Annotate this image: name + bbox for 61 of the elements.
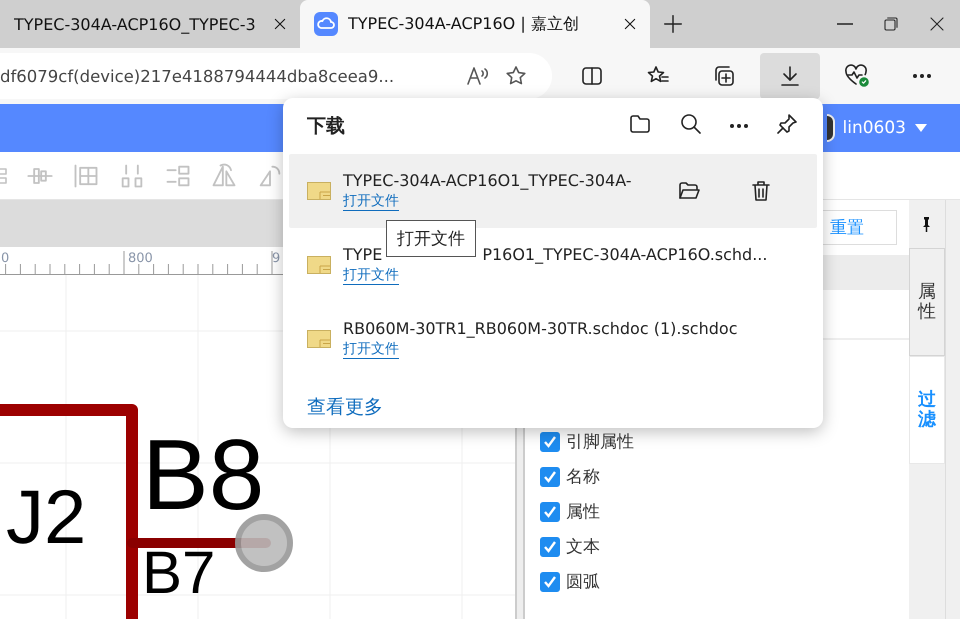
browser-tab[interactable]: TYPEC-304A-ACP16O_TYPEC-3: [0, 0, 300, 48]
caret-icon: [914, 123, 928, 133]
file-name: TYPE: [343, 245, 382, 264]
grid-align-icon: [72, 162, 100, 190]
ruler-label: 9: [272, 251, 280, 266]
ruler-label: 0: [1, 251, 10, 266]
ruler-label: 800: [128, 251, 153, 266]
file-icon: [307, 330, 331, 348]
open-file-link[interactable]: 打开文件: [343, 266, 399, 285]
checkbox-label: 文本: [566, 536, 600, 558]
file-name: P16O1_TYPEC-304A-ACP16O.schd...: [482, 245, 768, 264]
address-field[interactable]: df6079cf(device)217e4188794444dba8ceea9...: [0, 53, 552, 99]
split-screen-icon: [580, 64, 604, 88]
open-file-tooltip: 打开文件: [386, 220, 476, 257]
pin-label: B8: [142, 425, 264, 525]
see-more-link[interactable]: 查看更多: [307, 394, 383, 420]
file-name: TYPEC-304A-ACP16O1_TYPEC-304A-: [343, 171, 632, 190]
more-options-button[interactable]: [729, 124, 749, 128]
file-icon: [307, 182, 331, 200]
user-name[interactable]: lin0603: [842, 118, 906, 138]
pin-label: B7: [142, 543, 216, 603]
pin-icon: [921, 216, 933, 232]
avatar[interactable]: [826, 114, 835, 142]
more-icon: [912, 74, 932, 78]
file-icon: [307, 256, 331, 274]
checkbox[interactable]: [540, 502, 560, 522]
checkbox-label: 名称: [566, 466, 600, 488]
open-file-link[interactable]: 打开文件: [343, 340, 399, 359]
minimize-icon: [837, 23, 853, 25]
checkbox[interactable]: [540, 572, 560, 592]
folder-icon: [627, 112, 653, 136]
checkbox[interactable]: [540, 466, 560, 486]
collections-icon: [712, 64, 736, 88]
read-aloud-icon: [464, 64, 490, 88]
pin-icon: [775, 112, 799, 136]
close-icon: [272, 16, 288, 32]
side-tab[interactable]: 属性: [909, 248, 945, 356]
restore-icon: [883, 16, 899, 32]
toolbar-button[interactable]: [760, 53, 820, 99]
more-icon: [729, 124, 749, 128]
designator-label: J2: [6, 480, 86, 556]
file-name: RB060M-30TR1_RB060M-30TR.schdoc (1).schdoc: [343, 319, 738, 338]
checkbox[interactable]: [540, 432, 560, 452]
cloud-logo-icon: [314, 12, 338, 36]
open-file-link[interactable]: 打开文件: [343, 192, 399, 211]
download-item[interactable]: TYPEC-304A-ACP16O1_TYPEC-304A- 打开文件: [289, 154, 817, 228]
checkbox-label: 属性: [566, 501, 600, 523]
close-icon: [929, 16, 945, 32]
search-icon: [679, 112, 703, 136]
pin-endpoint[interactable]: [235, 514, 293, 572]
checkbox-label: 引脚属性: [566, 431, 634, 453]
plus-icon: [662, 13, 684, 35]
side-tab[interactable]: 过滤: [909, 356, 945, 464]
align-icon: [0, 168, 8, 184]
checkbox-label: 圆弧: [566, 571, 600, 593]
browser-tab[interactable]: TYPEC-304A-ACP16O | 嘉立创: [300, 0, 650, 48]
close-icon: [622, 16, 638, 32]
panel-title: 下载: [307, 114, 346, 139]
checkbox[interactable]: [540, 536, 560, 556]
heart-check-icon: [843, 64, 869, 88]
flip-icon: [210, 162, 238, 190]
